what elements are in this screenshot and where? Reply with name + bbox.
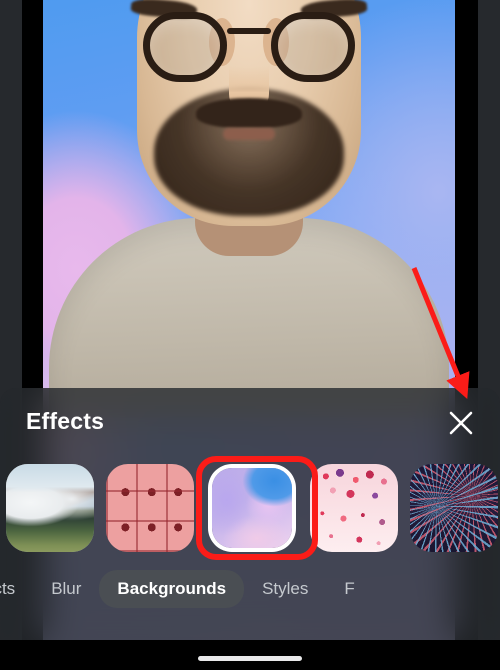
close-button[interactable] xyxy=(444,406,478,440)
page-title: Effects xyxy=(26,408,105,434)
effects-panel-header: Effects xyxy=(0,388,500,458)
tab-backgrounds[interactable]: Backgrounds xyxy=(99,570,245,608)
tab-blur[interactable]: Blur xyxy=(33,570,99,608)
head xyxy=(130,0,368,226)
lens-right xyxy=(271,12,355,82)
effects-tab-bar[interactable]: ects Blur Backgrounds Styles F xyxy=(0,558,500,620)
blue-pink-watercolor-thumbnail-icon xyxy=(212,468,292,548)
effects-panel: Effects ts Blur Backgrounds Styles F xyxy=(0,388,500,640)
lower-lip xyxy=(223,128,275,140)
moustache xyxy=(196,98,302,128)
home-indicator[interactable] xyxy=(198,656,302,661)
tab-filters[interactable]: F xyxy=(326,570,372,608)
fireworks-night-thumbnail-icon xyxy=(410,464,498,552)
system-home-bar xyxy=(0,640,500,670)
lens-left xyxy=(143,12,227,82)
mountain-landscape-thumbnail-icon xyxy=(6,464,94,552)
background-thumbnail-confetti[interactable] xyxy=(310,464,398,552)
pink-confetti-thumbnail-icon xyxy=(310,464,398,552)
tab-effects[interactable]: ects xyxy=(0,570,33,608)
close-x-icon xyxy=(449,411,473,435)
background-thumbnail-mountains[interactable] xyxy=(6,464,94,552)
pink-tile-grid-thumbnail-icon xyxy=(106,464,194,552)
background-thumbnail-tiles[interactable] xyxy=(106,464,194,552)
tab-styles[interactable]: Styles xyxy=(244,570,326,608)
phone-screen: Effects ts Blur Backgrounds Styles F xyxy=(0,0,500,670)
glasses-bridge xyxy=(227,28,271,34)
background-thumbnail-strip[interactable] xyxy=(0,458,500,558)
background-thumbnail-watercolor[interactable] xyxy=(212,468,292,548)
background-thumbnail-fireworks[interactable] xyxy=(410,464,498,552)
